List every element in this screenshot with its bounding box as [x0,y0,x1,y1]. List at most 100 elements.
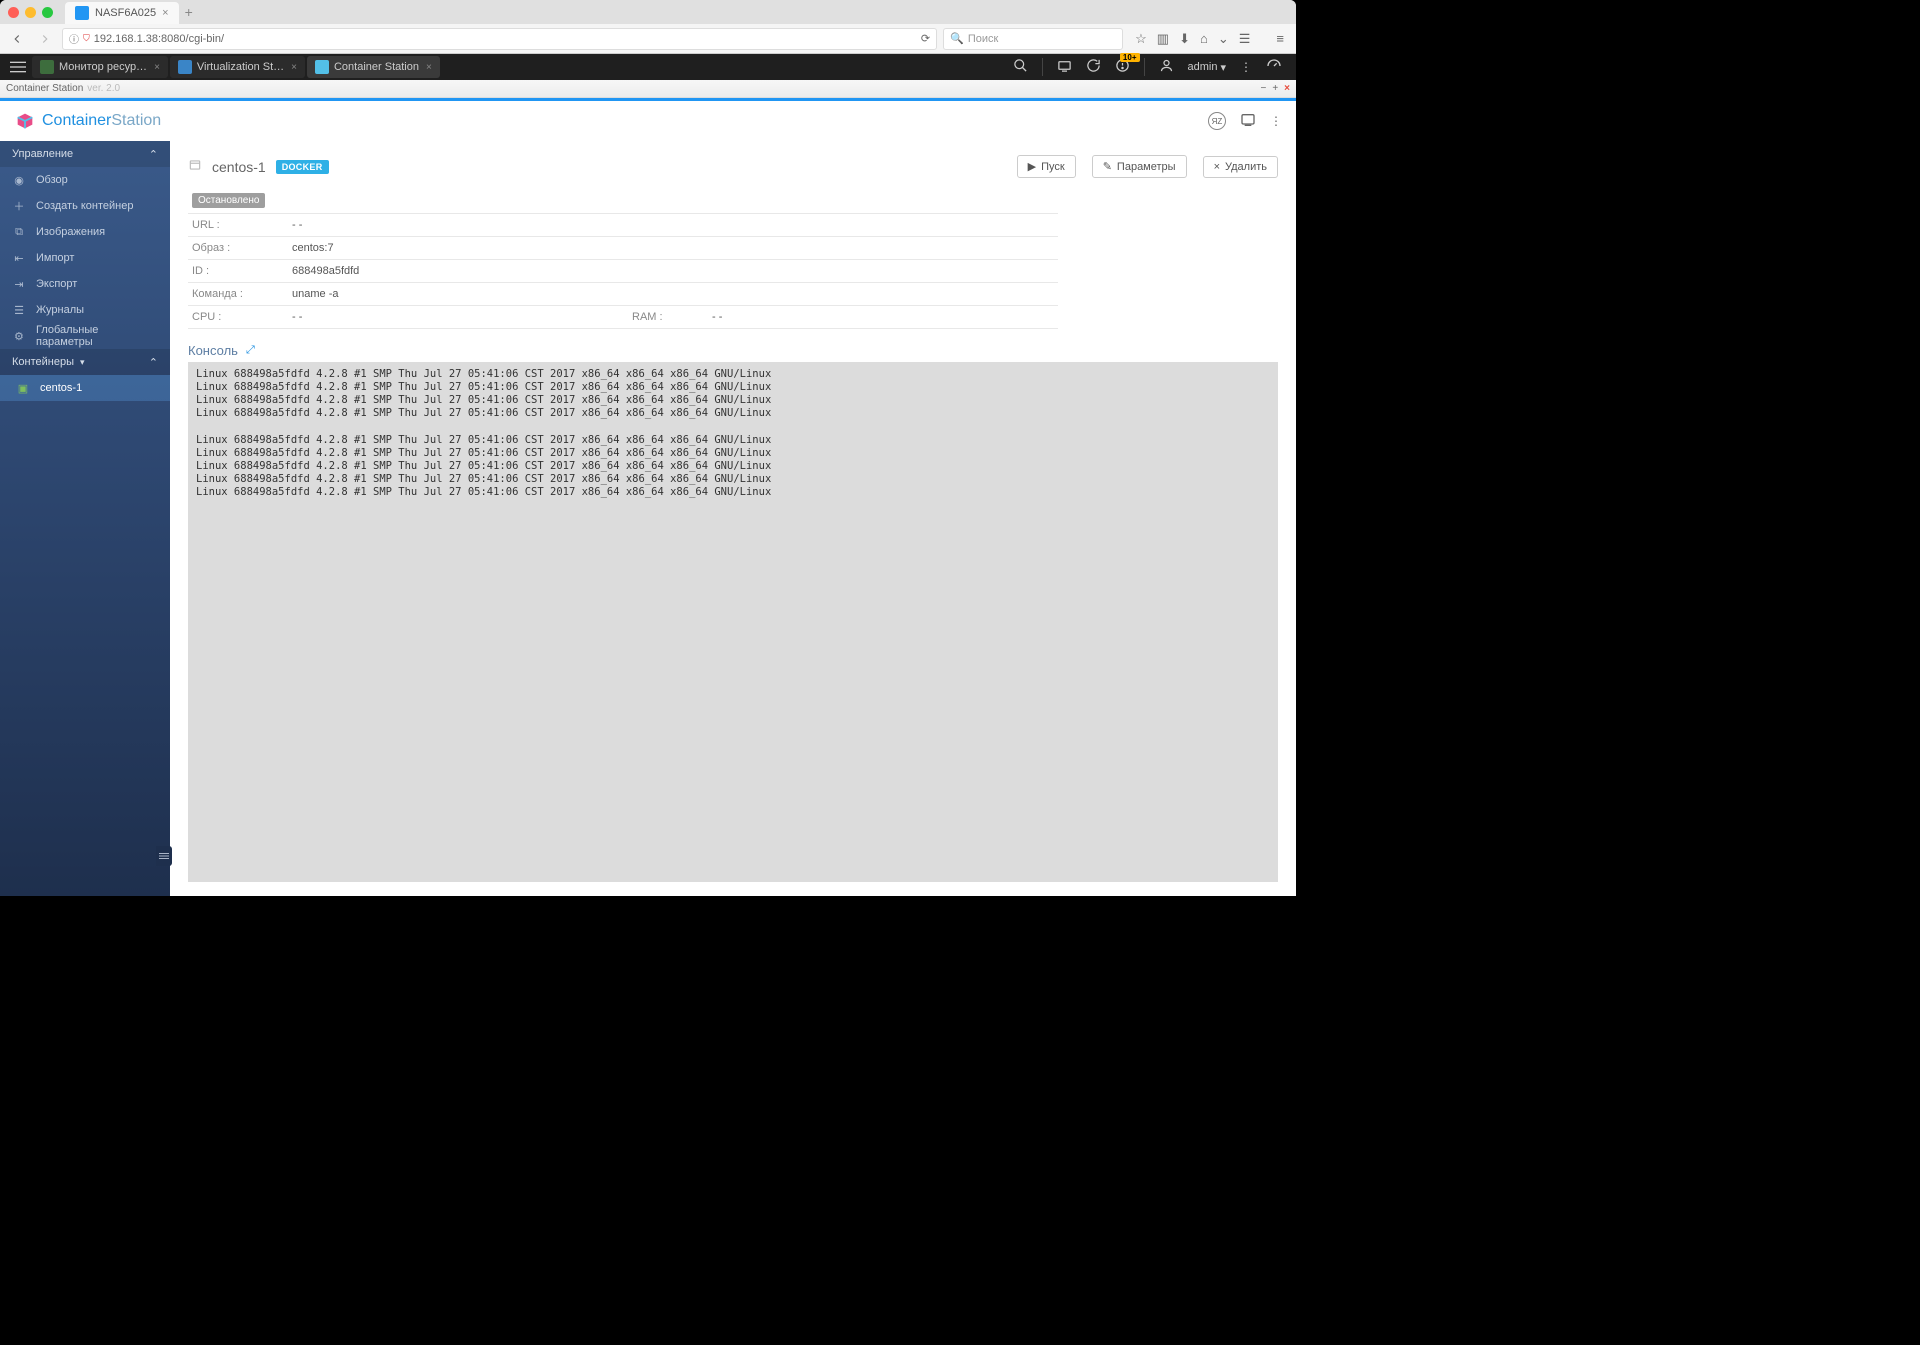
monitor-app-icon [40,60,54,74]
devices-icon[interactable] [1057,58,1072,76]
console-output[interactable]: Linux 688498a5fdfd 4.2.8 #1 SMP Thu Jul … [188,362,1278,882]
search-icon: 🔍 [950,32,964,45]
tab-title: NASF6A025 [95,7,156,19]
os-search-icon[interactable] [1013,58,1028,76]
export-icon: ⇥ [12,278,26,291]
detail-label: ID : [188,260,288,283]
detail-label: CPU : [188,306,288,329]
container-app-icon [315,60,329,74]
expand-icon[interactable]: ⤢ [246,344,255,357]
button-label: Удалить [1225,161,1267,173]
sidebar-item-import[interactable]: ⇤ Импорт [0,245,170,271]
search-input[interactable]: 🔍 Поиск [943,28,1123,50]
page-title: centos-1 [212,159,266,175]
sidebar-collapse-handle[interactable] [156,846,172,866]
os-taskbar: Монитор ресур… × Virtualization St… × Co… [0,54,1296,80]
url-text: 192.168.1.38:8080/cgi-bin/ [94,33,224,45]
bookmark-icon[interactable]: ☆ [1135,31,1147,47]
traffic-maximize[interactable] [42,7,53,18]
task-close-icon[interactable]: × [426,62,432,73]
sidebar-section-manage[interactable]: Управление ⌃ [0,141,170,167]
dashboard-icon[interactable] [1266,58,1282,77]
sidebar-item-images[interactable]: ⧉ Изображения [0,219,170,245]
virt-app-icon [178,60,192,74]
browser-menu-icon[interactable]: ≡ [1276,31,1284,46]
reload-icon[interactable]: ⟳ [921,32,930,45]
chevron-down-icon: ▾ [1220,61,1226,74]
sidebar-item-label: Экспорт [36,278,77,290]
container-icon: ▣ [16,382,30,395]
header-more-icon[interactable]: ⋮ [1270,114,1282,128]
app-titlebar: Container Station ver. 2.0 − + × [0,80,1296,98]
more-icon[interactable]: ⋮ [1240,60,1252,74]
sidebar-toggle-icon[interactable]: ☰ [1239,31,1251,47]
plus-icon: ＋ [12,198,26,214]
language-icon[interactable]: ЯZ [1208,112,1226,130]
sidebar-item-preferences[interactable]: ⚙ Глобальные параметры [0,323,170,349]
browser-tab[interactable]: NASF6A025 × [65,2,179,24]
window-close-button[interactable]: × [1284,83,1290,94]
task-monitor[interactable]: Монитор ресур… × [32,56,168,78]
user-icon[interactable] [1159,58,1174,76]
window-maximize-button[interactable]: + [1272,83,1278,94]
traffic-minimize[interactable] [25,7,36,18]
site-info-icon[interactable]: ⓘ [69,31,79,46]
button-label: Пуск [1041,161,1065,173]
tab-close-icon[interactable]: × [162,7,168,19]
delete-button[interactable]: × Удалить [1203,156,1278,178]
sidebar-section-containers[interactable]: Контейнеры ▾ ⌃ [0,349,170,375]
status-badge: Остановлено [192,193,265,208]
button-label: Параметры [1117,161,1176,173]
task-container-station[interactable]: Container Station × [307,56,440,78]
home-icon[interactable]: ⌂ [1200,31,1208,46]
edit-icon: ✎ [1103,160,1112,173]
sidebar-item-label: Создать контейнер [36,200,133,212]
reader-icon[interactable]: ▥ [1157,31,1169,47]
new-tab-button[interactable]: + [185,4,193,20]
sidebar-item-label: Обзор [36,174,68,186]
feedback-icon[interactable] [1240,112,1256,131]
table-row: CPU : - - RAM : - - [188,306,1058,329]
detail-value: uname -a [288,283,628,306]
sidebar-item-create[interactable]: ＋ Создать контейнер [0,193,170,219]
detail-value: - - [288,214,628,237]
traffic-close[interactable] [8,7,19,18]
app-logo[interactable]: ContainerStation [14,110,161,132]
sync-icon[interactable] [1086,58,1101,76]
docker-badge: DOCKER [276,160,329,174]
nav-forward-button[interactable] [34,28,56,50]
sidebar-item-label: Глобальные параметры [36,324,158,348]
table-row: URL : - - [188,214,1058,237]
images-icon: ⧉ [12,226,26,239]
task-label: Монитор ресур… [59,61,147,73]
sidebar-item-overview[interactable]: ◉ Обзор [0,167,170,193]
app-menu-button[interactable] [6,55,30,79]
url-input[interactable]: ⓘ ⛉ 192.168.1.38:8080/cgi-bin/ ⟳ [62,28,937,50]
app-title: Container Station [6,83,83,94]
user-menu[interactable]: admin ▾ [1188,61,1227,74]
notifications-icon[interactable]: 10+ [1115,58,1130,76]
download-icon[interactable]: ⬇ [1179,31,1190,47]
sidebar: Управление ⌃ ◉ Обзор ＋ Создать контейнер… [0,141,170,896]
tab-favicon [75,6,89,20]
settings-button[interactable]: ✎ Параметры [1092,155,1187,178]
table-row: ID : 688498a5fdfd [188,260,1058,283]
window-minimize-button[interactable]: − [1260,83,1266,94]
user-name: admin [1188,61,1218,73]
pocket-icon[interactable]: ⌄ [1218,31,1229,47]
sidebar-item-logs[interactable]: ☰ Журналы [0,297,170,323]
start-button[interactable]: ▶ Пуск [1017,155,1076,178]
nav-back-button[interactable] [6,28,28,50]
brand-b: Station [111,112,161,129]
browser-tab-bar: NASF6A025 × + [0,0,1296,24]
notification-badge: 10+ [1120,53,1140,62]
brand-a: Container [42,112,111,129]
table-row: Команда : uname -a [188,283,1058,306]
sidebar-container-item[interactable]: ▣ centos-1 [0,375,170,401]
task-close-icon[interactable]: × [154,62,160,73]
task-virtualization[interactable]: Virtualization St… × [170,56,305,78]
close-icon: × [1214,161,1220,173]
task-close-icon[interactable]: × [291,62,297,73]
container-details-table: Остановлено URL : - - Образ : centos:7 I… [188,188,1058,329]
sidebar-item-export[interactable]: ⇥ Экспорт [0,271,170,297]
